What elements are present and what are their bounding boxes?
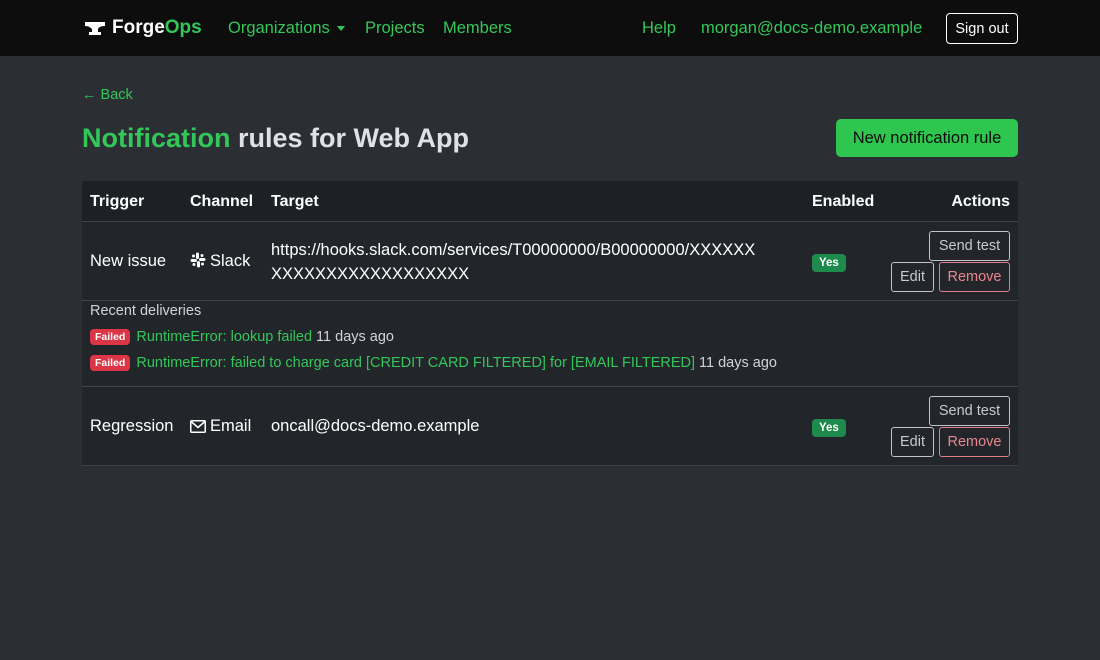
- nav-user-email[interactable]: morgan@docs-demo.example: [701, 18, 922, 38]
- page-title-rest: rules for Web App: [230, 123, 470, 153]
- delivery-time: 11 days ago: [316, 329, 394, 345]
- brand[interactable]: Forge Ops: [84, 16, 202, 40]
- header-target: Target: [271, 193, 319, 210]
- notification-rules-table: Trigger Channel Target Enabled Actions N…: [82, 181, 1018, 466]
- nav-organizations-dropdown[interactable]: Organizations: [228, 18, 345, 38]
- rule-target-line-1: https://hooks.slack.com/services/T000000…: [271, 241, 756, 259]
- rule-target: oncall@docs-demo.example: [271, 417, 480, 435]
- table-header: Trigger Channel Target Enabled Actions: [82, 181, 1018, 222]
- failed-badge: Failed: [90, 355, 131, 371]
- sign-out-button[interactable]: Sign out: [946, 13, 1018, 44]
- rule-channel-label: Slack: [210, 252, 251, 270]
- brand-name-accent: Ops: [164, 17, 202, 38]
- recent-deliveries-title: Recent deliveries: [90, 303, 202, 319]
- top-navbar: Forge Ops Organizations Projects Members …: [0, 0, 1100, 56]
- failed-badge: Failed: [90, 329, 131, 345]
- nav-members[interactable]: Members: [443, 18, 512, 38]
- delivery-item: Failed RuntimeError: lookup failed 11 da…: [90, 329, 394, 345]
- edit-button[interactable]: Edit: [891, 262, 934, 292]
- back-link[interactable]: ← Back: [82, 87, 133, 103]
- nav-projects[interactable]: Projects: [365, 18, 425, 38]
- brand-name-primary: Forge: [112, 17, 165, 38]
- delivery-message-link[interactable]: RuntimeError: lookup failed: [136, 329, 312, 345]
- new-notification-rule-button[interactable]: New notification rule: [836, 119, 1018, 157]
- delivery-item: Failed RuntimeError: failed to charge ca…: [90, 355, 777, 371]
- rule-trigger: Regression: [90, 417, 174, 435]
- slack-icon: [190, 252, 206, 268]
- send-test-button[interactable]: Send test: [929, 396, 1010, 426]
- rule-channel-label: Email: [210, 417, 252, 435]
- delivery-time: 11 days ago: [699, 355, 777, 371]
- envelope-icon: [190, 420, 206, 433]
- page-title: Notification rules for Web App: [82, 120, 469, 156]
- table-row: Regression Email oncall@docs-demo.exampl…: [82, 387, 1018, 466]
- remove-button[interactable]: Remove: [939, 262, 1010, 292]
- rule-channel: Slack: [190, 252, 250, 271]
- rule-target: https://hooks.slack.com/services/T000000…: [271, 238, 755, 286]
- rule-channel: Email: [190, 417, 251, 436]
- edit-button[interactable]: Edit: [891, 427, 934, 457]
- header-enabled: Enabled: [812, 193, 875, 210]
- remove-button[interactable]: Remove: [939, 427, 1010, 457]
- nav-organizations-label: Organizations: [228, 19, 330, 37]
- page-title-highlight: Notification: [82, 123, 231, 153]
- table-row: New issue Slack https://hooks.slack.com/…: [82, 222, 1018, 301]
- rule-target-line-2: XXXXXXXXXXXXXXXXXX: [271, 265, 470, 283]
- header-channel: Channel: [190, 193, 254, 210]
- header-actions: Actions: [951, 193, 1010, 210]
- chevron-down-icon: [336, 26, 345, 32]
- enabled-badge: Yes: [812, 419, 846, 437]
- header-trigger: Trigger: [90, 193, 145, 210]
- send-test-button[interactable]: Send test: [929, 231, 1010, 261]
- enabled-badge: Yes: [812, 254, 846, 272]
- rule-trigger: New issue: [90, 252, 167, 270]
- delivery-message-link[interactable]: RuntimeError: failed to charge card [CRE…: [136, 355, 695, 371]
- nav-help[interactable]: Help: [642, 18, 676, 38]
- recent-deliveries: Recent deliveries Failed RuntimeError: l…: [82, 301, 1018, 387]
- anvil-icon: [85, 22, 105, 35]
